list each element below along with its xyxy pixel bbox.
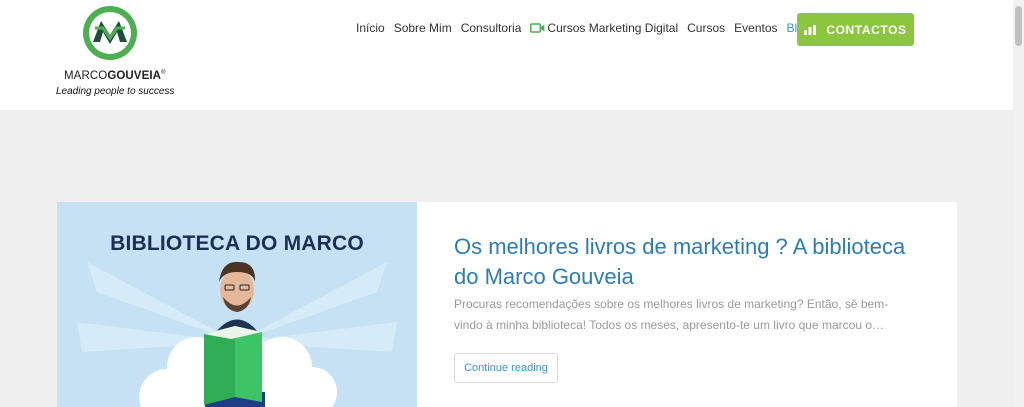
post-excerpt: Procuras recomendações sobre os melhores…	[454, 297, 889, 332]
nav-item-cursos-marketing-digital-label: Cursos Marketing Digital	[547, 21, 679, 35]
main-nav: Início Sobre Mim Consultoria Cursos Mark…	[356, 21, 820, 35]
post-title[interactable]: Os melhores livros de marketing ? A bibl…	[454, 232, 924, 292]
logo-mark-icon	[83, 6, 137, 60]
contact-button[interactable]: CONTACTOS	[797, 13, 914, 46]
blog-post-card: BIBLIOTECA DO MARCO Os melhores livros d…	[57, 202, 957, 407]
registered-mark: ®	[161, 70, 166, 77]
nav-item-consultoria[interactable]: Consultoria	[461, 21, 522, 35]
page-scrollbar[interactable]	[1013, 0, 1024, 407]
brand-name-light: MARCO	[64, 70, 108, 82]
nav-item-eventos[interactable]: Eventos	[734, 21, 777, 35]
brand-tagline: Leading people to success	[56, 86, 175, 97]
brand-name: MARCOGOUVEIA®	[64, 70, 166, 82]
site-header: MARCOGOUVEIA® Leading people to success …	[0, 0, 1013, 110]
nav-item-cursos[interactable]: Cursos	[687, 21, 725, 35]
video-camera-icon	[530, 23, 545, 33]
scrollbar-thumb[interactable]	[1015, 6, 1022, 46]
brand-name-bold: GOUVEIA	[107, 70, 162, 82]
continue-reading-button[interactable]: Continue reading	[454, 353, 558, 383]
bar-chart-icon	[804, 24, 817, 35]
nav-item-inicio[interactable]: Início	[356, 21, 385, 35]
post-thumbnail[interactable]: BIBLIOTECA DO MARCO	[57, 202, 417, 407]
nav-item-sobre-mim[interactable]: Sobre Mim	[394, 21, 452, 35]
site-logo[interactable]: MARCOGOUVEIA® Leading people to success	[55, 4, 185, 104]
contact-button-label: CONTACTOS	[826, 22, 907, 37]
thumbnail-illustration	[77, 261, 397, 407]
nav-item-cursos-marketing-digital[interactable]: Cursos Marketing Digital	[530, 21, 678, 35]
